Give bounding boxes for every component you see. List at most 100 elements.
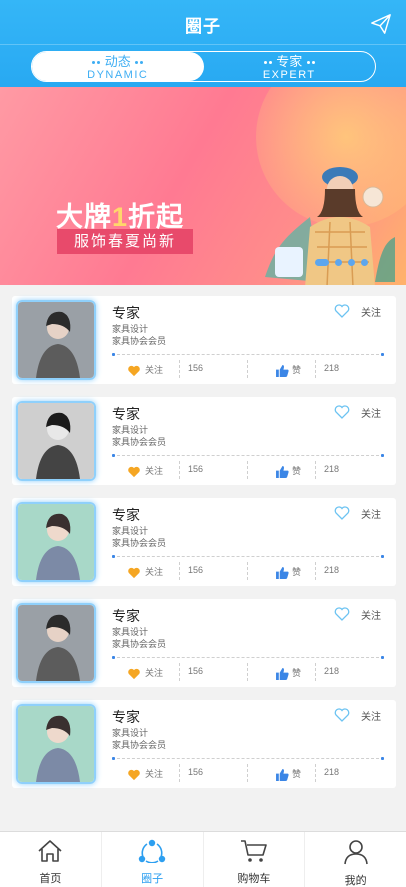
heart-filled-icon	[128, 365, 140, 377]
list-item[interactable]: 专家 家具设计 家具协会会员 关注 关注 156 赞 218	[12, 599, 396, 687]
tab-expert[interactable]: 专家 EXPERT	[204, 52, 376, 81]
like-label[interactable]: 赞	[292, 565, 301, 578]
follow-button[interactable]: 关注	[361, 405, 381, 420]
cart-icon	[240, 840, 267, 862]
list-item[interactable]: 专家 家具设计 家具协会会员 关注 关注 156 赞 218	[12, 296, 396, 384]
card-divider	[112, 757, 384, 760]
follow-count: 156	[188, 565, 204, 575]
like-count: 218	[324, 666, 340, 676]
tab-dynamic-en: DYNAMIC	[87, 69, 149, 81]
follow-label[interactable]: 关注	[145, 767, 163, 780]
tab-dynamic-label: 动态	[104, 54, 131, 69]
promo-banner[interactable]: 大牌1折起 服饰春夏尚新	[0, 87, 406, 285]
banner-dot-4[interactable]	[361, 259, 368, 266]
card-divider	[112, 555, 384, 558]
like-label[interactable]: 赞	[292, 767, 301, 780]
list-item[interactable]: 专家 家具设计 家具协会会员 关注 关注 156 赞 218	[12, 700, 396, 788]
expert-membership: 家具协会会员	[112, 336, 167, 346]
follow-label[interactable]: 关注	[145, 666, 163, 679]
card-divider	[112, 454, 384, 457]
follow-label[interactable]: 关注	[145, 565, 163, 578]
stat-separator	[247, 663, 248, 681]
follow-button[interactable]: 关注	[361, 304, 381, 319]
banner-tagline: 服饰春夏尚新	[57, 229, 193, 254]
tab-dynamic[interactable]: 动态 DYNAMIC	[32, 52, 204, 81]
stat-separator	[179, 764, 180, 782]
heart-icon[interactable]	[334, 607, 350, 621]
follow-label[interactable]: 关注	[145, 363, 163, 376]
list-item[interactable]: 专家 家具设计 家具协会会员 关注 关注 156 赞 218	[12, 498, 396, 586]
heart-icon[interactable]	[334, 506, 350, 520]
follow-button[interactable]: 关注	[361, 607, 381, 622]
tab-mine-label: 我的	[344, 875, 367, 887]
like-label[interactable]: 赞	[292, 464, 301, 477]
stat-separator	[247, 461, 248, 479]
tab-cart[interactable]: 购物车	[204, 832, 306, 887]
home-icon	[38, 840, 62, 862]
stat-separator	[315, 764, 316, 782]
stat-separator	[315, 663, 316, 681]
stat-separator	[179, 360, 180, 378]
follow-count: 156	[188, 464, 204, 474]
stat-separator	[247, 360, 248, 378]
tab-expert-label: 专家	[276, 54, 303, 69]
avatar[interactable]	[16, 300, 96, 380]
page-title: 圈子	[185, 17, 221, 36]
follow-count: 156	[188, 363, 204, 373]
like-count: 218	[324, 363, 340, 373]
follow-button[interactable]: 关注	[361, 506, 381, 521]
header-bar: 圈子 动态 DYNAMIC 专家 EXPERT	[0, 0, 406, 87]
stat-separator	[247, 764, 248, 782]
heart-filled-icon	[128, 668, 140, 680]
expert-membership: 家具协会会员	[112, 538, 167, 548]
tab-mine[interactable]: 我的	[305, 832, 406, 887]
tab-circle-label: 圈子	[141, 873, 164, 885]
banner-dot-2[interactable]	[335, 259, 342, 266]
stat-separator	[315, 360, 316, 378]
heart-icon[interactable]	[334, 304, 350, 318]
card-divider	[112, 353, 384, 356]
circle-share-icon	[138, 839, 166, 864]
stat-separator	[179, 663, 180, 681]
follow-count: 156	[188, 767, 204, 777]
avatar[interactable]	[16, 603, 96, 683]
stat-separator	[315, 461, 316, 479]
heart-filled-icon	[128, 769, 140, 781]
tab-home[interactable]: 首页	[0, 832, 102, 887]
segment-control: 动态 DYNAMIC 专家 EXPERT	[31, 51, 376, 82]
user-icon	[343, 840, 368, 865]
heart-filled-icon	[128, 466, 140, 478]
avatar[interactable]	[16, 704, 96, 784]
expert-membership: 家具协会会员	[112, 740, 167, 750]
banner-pagination	[315, 259, 368, 266]
like-count: 218	[324, 565, 340, 575]
like-count: 218	[324, 767, 340, 777]
tab-circle[interactable]: 圈子	[102, 832, 204, 887]
heart-icon[interactable]	[334, 708, 350, 722]
tab-home-label: 首页	[39, 873, 62, 885]
thumbs-up-icon	[276, 668, 289, 680]
banner-dot-3[interactable]	[348, 259, 355, 266]
send-icon[interactable]	[370, 13, 392, 35]
stat-separator	[179, 461, 180, 479]
expert-title: 专家	[112, 507, 140, 523]
stat-separator	[315, 562, 316, 580]
avatar[interactable]	[16, 502, 96, 582]
thumbs-up-icon	[276, 567, 289, 579]
like-label[interactable]: 赞	[292, 666, 301, 679]
expert-title: 专家	[112, 406, 140, 422]
follow-count: 156	[188, 666, 204, 676]
follow-label[interactable]: 关注	[145, 464, 163, 477]
tab-cart-label: 购物车	[237, 873, 271, 885]
tab-expert-en: EXPERT	[262, 69, 316, 81]
banner-dot-1[interactable]	[315, 259, 329, 266]
card-divider	[112, 656, 384, 659]
expert-title: 专家	[112, 709, 140, 725]
like-count: 218	[324, 464, 340, 474]
like-label[interactable]: 赞	[292, 363, 301, 376]
avatar[interactable]	[16, 401, 96, 481]
list-item[interactable]: 专家 家具设计 家具协会会员 关注 关注 156 赞 218	[12, 397, 396, 485]
heart-filled-icon	[128, 567, 140, 579]
heart-icon[interactable]	[334, 405, 350, 419]
follow-button[interactable]: 关注	[361, 708, 381, 723]
